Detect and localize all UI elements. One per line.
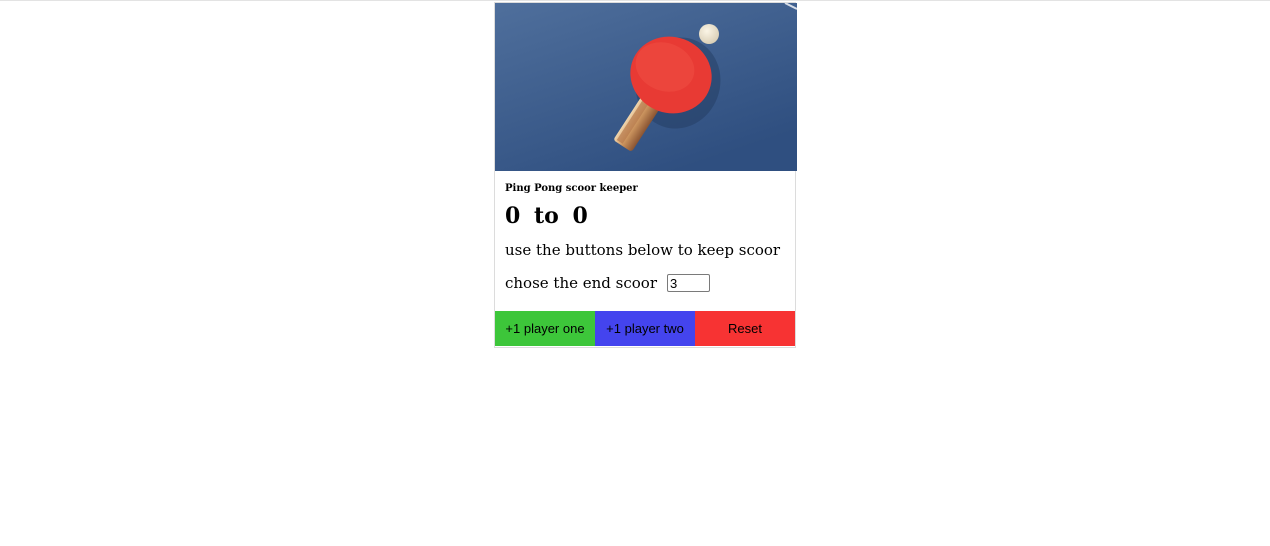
hero-image xyxy=(495,3,797,171)
end-score-input[interactable] xyxy=(667,274,711,292)
scorekeeper-card: Ping Pong scoor keeper 0 to 0 use the bu… xyxy=(494,2,797,348)
player-two-score: 0 xyxy=(572,203,588,229)
button-row: +1 player one +1 player two Reset xyxy=(495,311,795,346)
end-score-label: chose the end scoor xyxy=(505,274,658,292)
player-one-add-button[interactable]: +1 player one xyxy=(495,311,595,346)
score-separator: to xyxy=(533,203,559,229)
score-display: 0 to 0 xyxy=(505,203,588,229)
instructions-text: use the buttons below to keep scoor xyxy=(505,241,781,259)
end-score-row: chose the end scoor xyxy=(505,274,711,292)
reset-button[interactable]: Reset xyxy=(695,311,795,346)
browser-top-rule xyxy=(0,0,1270,1)
player-one-score: 0 xyxy=(505,203,521,229)
player-two-add-button[interactable]: +1 player two xyxy=(595,311,695,346)
card-title: Ping Pong scoor keeper xyxy=(505,183,638,194)
